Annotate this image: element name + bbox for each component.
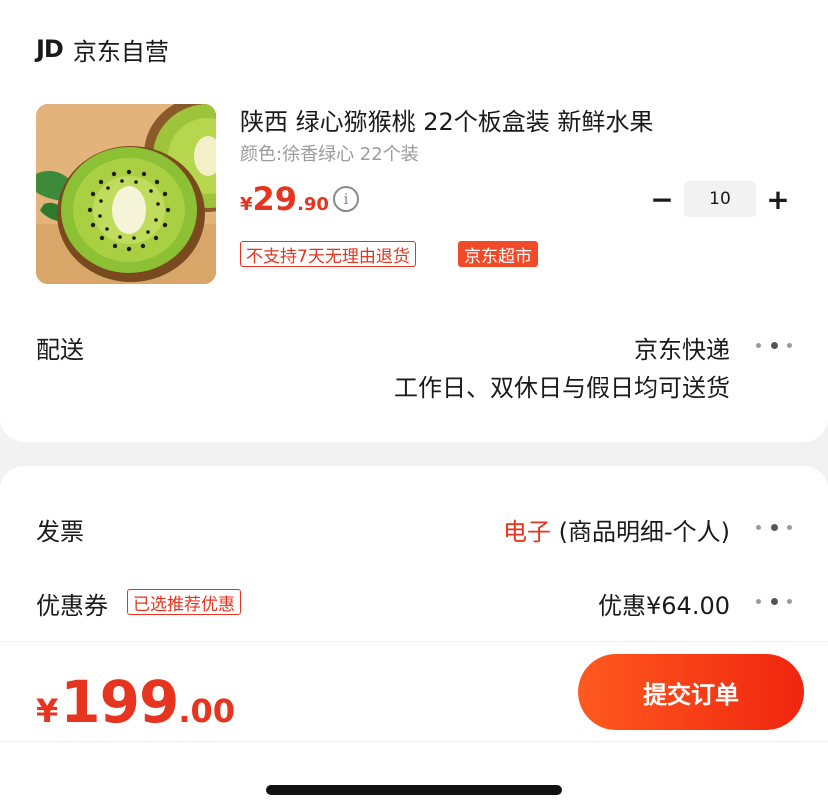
coupon-value[interactable]: 优惠¥64.00 (598, 586, 730, 621)
jd-supermarket-tag: 京东超市 (458, 241, 538, 267)
product-image[interactable] (36, 104, 216, 284)
checkout-page: JD 京东自营 陕西 绿心猕猴桃 22个板盒装 新鲜水果 颜色:徐香绿心 22个… (0, 0, 828, 810)
quantity-input[interactable]: 10 (684, 181, 756, 217)
total-decimal: .00 (178, 692, 236, 730)
decrease-quantity-button[interactable]: − (648, 180, 676, 218)
total-integer: 199 (60, 668, 179, 736)
shop-name: 京东自营 (72, 37, 169, 66)
info-icon[interactable]: i (333, 186, 359, 212)
home-indicator[interactable] (266, 785, 562, 795)
product-title[interactable]: 陕西 绿心猕猴桃 22个板盒装 新鲜水果 (240, 102, 653, 137)
product-spec[interactable]: 颜色:徐香绿心 22个装 (240, 140, 419, 166)
coupon-more-icon[interactable] (756, 596, 792, 606)
price-currency: ¥ (240, 194, 253, 215)
kiwi-fruit-icon (36, 104, 216, 284)
shop-header[interactable]: JD 京东自营 (36, 32, 169, 66)
jd-logo: JD (36, 35, 64, 63)
invoice-value[interactable]: 电子 (商品明细-个人) (503, 512, 730, 547)
product-price: ¥ 29 .90 (240, 180, 329, 218)
invoice-type: 电子 (502, 518, 551, 546)
delivery-more-icon[interactable] (756, 340, 792, 350)
delivery-label: 配送 (36, 336, 84, 364)
footer-divider (0, 641, 828, 642)
no-return-tag: 不支持7天无理由退货 (240, 241, 416, 267)
invoice-label: 发票 (36, 518, 84, 546)
quantity-stepper: − 10 + (648, 180, 792, 218)
invoice-detail: (商品明细-个人) (550, 518, 730, 546)
delivery-method[interactable]: 京东快递 (634, 330, 730, 365)
order-card: JD 京东自营 陕西 绿心猕猴桃 22个板盒装 新鲜水果 颜色:徐香绿心 22个… (0, 0, 828, 442)
invoice-more-icon[interactable] (756, 522, 792, 532)
coupon-recommended-tag: 已选推荐优惠 (127, 589, 241, 615)
total-currency: ¥ (36, 692, 59, 730)
order-total: ¥ 199 .00 (36, 668, 235, 736)
coupon-label: 优惠券 (36, 592, 108, 620)
price-integer: 29 (252, 180, 298, 218)
price-decimal: .90 (297, 194, 329, 215)
bottom-divider (0, 741, 828, 742)
increase-quantity-button[interactable]: + (764, 180, 792, 218)
submit-order-button[interactable]: 提交订单 (578, 654, 804, 730)
delivery-note[interactable]: 工作日、双休日与假日均可送货 (394, 368, 730, 403)
